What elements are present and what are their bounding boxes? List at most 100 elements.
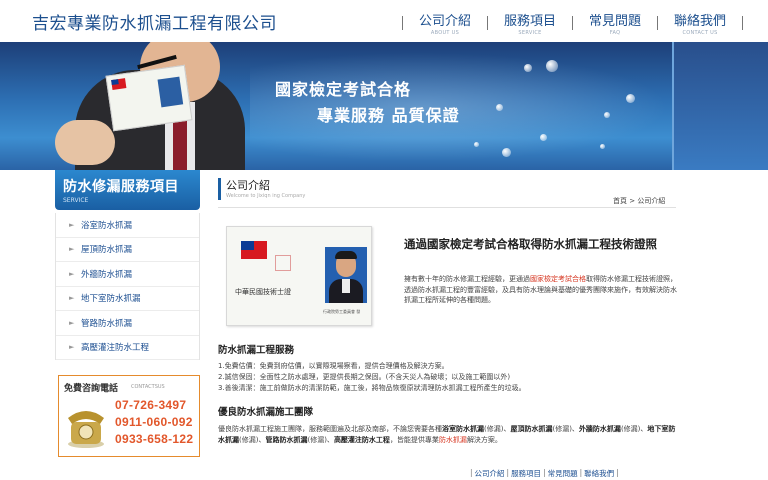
flag-icon <box>241 241 267 259</box>
team-text: (修漏)、 <box>307 436 334 444</box>
sidebar-menu: ► 浴室防水抓漏 ► 屋頂防水抓漏 ► 外牆防水抓漏 ► 地下室防水抓漏 ► 管… <box>55 213 200 360</box>
team-text: 解決方案。 <box>466 436 502 444</box>
sidebar-item-label: 高壓灌注防水工程 <box>81 343 150 354</box>
sidebar-item-label: 管路防水抓漏 <box>81 318 133 329</box>
sidebar-title: 防水修漏服務項目 <box>63 179 179 195</box>
sidebar-item-bathroom[interactable]: ► 浴室防水抓漏 <box>56 213 199 238</box>
contact-title: 免費咨詢電話 <box>64 384 119 394</box>
footer-link-contact[interactable]: 聯絡我們 <box>584 468 614 479</box>
phone-number[interactable]: 07-726-3497 <box>115 398 186 412</box>
license-image: 中華民國技術士證 行政院勞工委員會 發 <box>226 226 372 326</box>
arrow-right-icon: ► <box>69 269 75 278</box>
sidebar-subtitle: SERVICE <box>63 197 89 204</box>
divider <box>218 207 676 208</box>
contact-subtitle: CONTACTSUS <box>131 384 165 390</box>
footer-link-faq[interactable]: 常見問題 <box>548 468 578 479</box>
page-subtitle: Welcome to Jixiqn ing Company <box>226 193 306 199</box>
service-link[interactable]: 外牆防水抓漏 <box>579 425 621 433</box>
banner-subtitle: 專業服務 品質保證 <box>317 106 460 125</box>
team-text: (修漏)、 <box>620 425 648 433</box>
team-paragraph: 優良防水抓漏工程施工團隊，服務範圍遍及北部及南部，不論您需要各種浴室防水抓漏(修… <box>218 424 676 446</box>
license-photo <box>325 247 367 303</box>
nav-divider <box>572 16 574 30</box>
id-photo <box>157 76 184 108</box>
sidebar-header: 防水修漏服務項目 SERVICE <box>55 170 200 210</box>
telephone-icon <box>68 411 104 448</box>
breadcrumb[interactable]: 首頁 > 公司介紹 <box>613 196 665 206</box>
sidebar-item-injection[interactable]: ► 高壓灌注防水工程 <box>56 336 199 360</box>
sidebar-item-exterior-wall[interactable]: ► 外牆防水抓漏 <box>56 262 199 287</box>
arrow-right-icon: ► <box>69 245 75 254</box>
stamp-icon <box>275 255 291 271</box>
intro-paragraph: 擁有數十年的防水修漏工程經驗，更通過國家檢定考試合格取得防水修漏工程技術證照，透… <box>404 274 678 306</box>
footer-divider: | <box>543 468 546 477</box>
list-item: 2.誠信保固：全面性之防水處理，更提供長期之保固。(不含天災人為破壞；以及施工範… <box>218 373 511 381</box>
phone-number[interactable]: 0911-060-092 <box>115 415 193 429</box>
sidebar-item-roof[interactable]: ► 屋頂防水抓漏 <box>56 238 199 262</box>
service-list: 1.免費估價：免費到府估價，以實際現場察看，提供合理價格及解決方案。 2.誠信保… <box>218 361 678 394</box>
contact-box: 免費咨詢電話 CONTACTSUS 07-726-3497 0911-060-0… <box>58 375 200 457</box>
footer-nav: | 公司介紹 | 服務項目 | 常見問題 | 聯絡我們 | <box>468 468 621 479</box>
team-text: ，皆能提供專業 <box>389 436 439 444</box>
footer-divider: | <box>616 468 619 477</box>
service-link[interactable]: 浴室防水抓漏 <box>442 425 484 433</box>
nav-sublabel: SERVICE <box>518 30 542 36</box>
phone-number[interactable]: 0933-658-122 <box>115 432 193 446</box>
nav-divider <box>402 16 403 30</box>
nav-divider <box>742 16 744 30</box>
sidebar-item-label: 地下室防水抓漏 <box>81 294 141 305</box>
water-drop <box>524 64 532 72</box>
flag-icon <box>111 78 127 90</box>
list-item: 1.免費估價：免費到府估價，以實際現場察看，提供合理價格及解決方案。 <box>218 362 449 370</box>
footer-divider: | <box>506 468 510 477</box>
arrow-right-icon: ► <box>69 343 75 352</box>
sidebar-item-label: 浴室防水抓漏 <box>81 220 133 231</box>
sidebar-item-pipe[interactable]: ► 管路防水抓漏 <box>56 311 199 336</box>
team-text: (修漏)、 <box>484 425 511 433</box>
section-title: 防水抓漏工程服務 <box>218 345 295 356</box>
nav-service[interactable]: 服務項目 SERVICE <box>504 14 556 37</box>
nav-about[interactable]: 公司介紹 ABOUT US <box>419 14 471 37</box>
banner-title: 國家檢定考試合格 <box>275 80 412 99</box>
footer-divider: | <box>470 468 473 477</box>
nav-label: 服務項目 <box>504 14 557 29</box>
footer-link-about[interactable]: 公司介紹 <box>475 468 505 479</box>
page: 吉宏專業防水抓漏工程有限公司 公司介紹 ABOUT US 服務項目 SERVIC… <box>0 0 768 480</box>
header: 吉宏專業防水抓漏工程有限公司 公司介紹 ABOUT US 服務項目 SERVIC… <box>0 0 768 42</box>
arrow-right-icon: ► <box>69 318 75 327</box>
team-text: 優良防水抓漏工程施工團隊，服務範圍遍及北部及南部，不論您需要各種 <box>218 425 442 433</box>
water-drop <box>626 94 635 103</box>
nav-label: 常見問題 <box>589 14 642 29</box>
nav-sublabel: FAQ <box>609 30 621 36</box>
sidebar-item-label: 屋頂防水抓漏 <box>81 245 133 256</box>
footer-link-service[interactable]: 服務項目 <box>511 468 541 479</box>
intro-highlight: 國家檢定考試合格 <box>530 275 586 283</box>
water-drop <box>540 134 547 141</box>
nav-faq[interactable]: 常見問題 FAQ <box>589 14 641 37</box>
banner-photo <box>45 42 245 170</box>
list-item: 3.善後清潔：施工前做防水的清潔防範，施工後，將物品恢復原狀清理防水抓漏工程所產… <box>218 384 526 392</box>
footer-divider: | <box>579 468 583 477</box>
nav-sublabel: ABOUT US <box>430 30 460 36</box>
nav-sublabel: CONTACT US <box>682 30 718 36</box>
section-title: 優良防水抓漏施工團隊 <box>218 407 314 418</box>
nav-contact[interactable]: 聯絡我們 CONTACT US <box>674 14 726 37</box>
sidebar: 防水修漏服務項目 SERVICE ► 浴室防水抓漏 ► 屋頂防水抓漏 ► 外牆防… <box>55 170 200 360</box>
license-card-image <box>105 64 193 132</box>
banner-edge <box>672 42 768 170</box>
water-drop <box>600 144 605 149</box>
main-nav: 公司介紹 ABOUT US 服務項目 SERVICE 常見問題 FAQ 聯絡我們… <box>386 14 759 37</box>
service-link[interactable]: 管路防水抓漏 <box>265 436 307 444</box>
team-text: (修漏)、 <box>239 436 266 444</box>
water-drop <box>604 112 610 118</box>
site-logo[interactable]: 吉宏專業防水抓漏工程有限公司 <box>32 9 277 34</box>
service-link[interactable]: 屋頂防水抓漏 <box>510 425 552 433</box>
nav-label: 聯絡我們 <box>674 14 727 29</box>
page-title: 公司介紹 <box>226 179 270 192</box>
service-link[interactable]: 高壓灌注防水工程 <box>334 436 390 444</box>
team-text: (修漏)、 <box>552 425 579 433</box>
sidebar-item-basement[interactable]: ► 地下室防水抓漏 <box>56 287 199 311</box>
team-highlight: 防水抓漏 <box>438 436 467 444</box>
photo-hand <box>55 120 115 165</box>
headline: 通過國家檢定考試合格取得防水抓漏工程技術證照 <box>404 237 657 251</box>
